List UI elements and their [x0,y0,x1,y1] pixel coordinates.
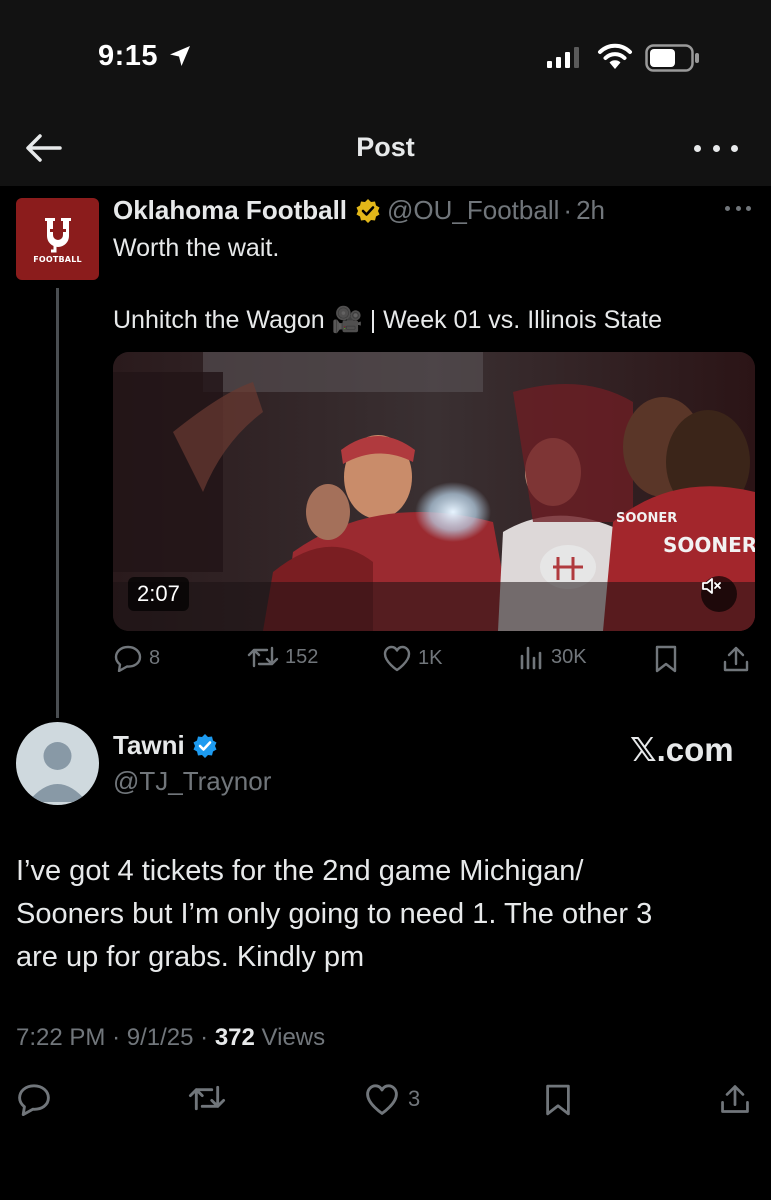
status-time: 9:15 [98,40,159,72]
repost-count: 152 [285,645,319,668]
video-duration: 2:07 [128,577,189,611]
post-date[interactable]: 9/1/25 [127,1024,194,1051]
top-nav-bar: Post [0,110,771,186]
reply-text-line: are up for grabs. Kindly pm [16,941,365,973]
reply-button[interactable]: 8 [113,644,160,672]
bookmark-button[interactable] [543,1082,573,1118]
bookmark-icon [546,1084,570,1116]
battery-icon [645,44,701,77]
like-button[interactable]: 1K [382,644,442,672]
reply-post-actions: 3 [16,1082,756,1122]
thread-connector-line [56,288,59,718]
x-com-watermark: 𝕏.com [630,731,734,768]
like-button[interactable]: 3 [364,1082,420,1116]
separator: · [200,1024,209,1051]
like-count: 1K [418,646,443,669]
separator: · [563,195,573,225]
views-count: 30K [551,645,587,668]
verified-gold-badge-icon [356,198,380,223]
reply-count: 8 [149,646,161,669]
reply-author-row: Tawni [113,730,218,761]
bookmark-button[interactable] [653,644,679,674]
ou-football-avatar[interactable]: FOOTBALL [16,198,99,280]
separator: · [112,1024,121,1051]
post-more-button[interactable] [725,206,751,214]
original-post-actions: 8 152 1K 30K [113,644,755,680]
reply-text-line: I’ve got 4 tickets for the 2nd game Mich… [16,855,584,887]
bookmark-icon [655,645,677,673]
post-time[interactable]: 2h [576,195,605,226]
post-header: Oklahoma Football @OU_Football · 2h [113,195,605,226]
post-text-line: Worth the wait. [113,234,280,262]
post-meta: 7:22 PM · 9/1/25 · 372 Views [16,1024,325,1052]
author-name[interactable]: Oklahoma Football [113,195,347,226]
reply-button[interactable] [16,1082,52,1116]
reply-text-line: Sooners but I’m only going to need 1. Th… [16,898,653,930]
location-arrow-icon [168,44,192,73]
heart-icon [366,1084,398,1115]
svg-text:SOONERS: SOONERS [663,533,755,557]
heart-icon [383,645,411,672]
wifi-icon [596,42,634,75]
default-avatar[interactable] [16,722,99,805]
cellular-signal-icon [547,46,579,68]
post-time[interactable]: 7:22 PM [16,1024,105,1051]
repost-button[interactable] [188,1082,226,1114]
share-icon [721,1085,749,1113]
speaker-muted-icon [702,578,721,594]
page-title: Post [356,132,415,162]
reply-icon [18,1084,50,1116]
views-button[interactable]: 30K [519,644,587,670]
views-count: 372 [214,1024,255,1051]
reply-icon [114,645,142,672]
status-bar: 9:15 [0,0,771,110]
person-silhouette-icon [28,742,87,802]
reply-author-handle[interactable]: @TJ_Traynor [113,766,271,797]
views-label: Views [261,1024,326,1051]
repost-icon [247,646,279,668]
svg-text:SOONER: SOONER [616,511,677,526]
share-button[interactable] [721,644,751,674]
author-handle[interactable]: @OU_Football [387,195,559,226]
reply-author-name[interactable]: Tawni [113,730,185,761]
repost-button[interactable]: 152 [247,644,318,670]
avatar-caption: FOOTBALL [33,254,82,264]
post-text-line: Unhitch the Wagon 🎥 | Week 01 vs. Illino… [113,306,662,334]
repost-icon [188,1085,226,1111]
ou-logo-icon [44,217,71,252]
video-player[interactable]: SOONERS SOONER 2:07 [113,352,755,631]
verified-blue-badge-icon [193,733,217,758]
reply-body: I’ve got 4 tickets for the 2nd game Mich… [16,850,756,979]
more-options-button[interactable] [694,134,738,162]
analytics-bars-icon [520,646,542,670]
mute-toggle-button[interactable] [701,576,737,612]
share-button[interactable] [718,1082,752,1116]
like-count: 3 [408,1086,421,1111]
share-icon [723,646,749,672]
video-thumbnail: SOONERS SOONER [113,352,755,631]
